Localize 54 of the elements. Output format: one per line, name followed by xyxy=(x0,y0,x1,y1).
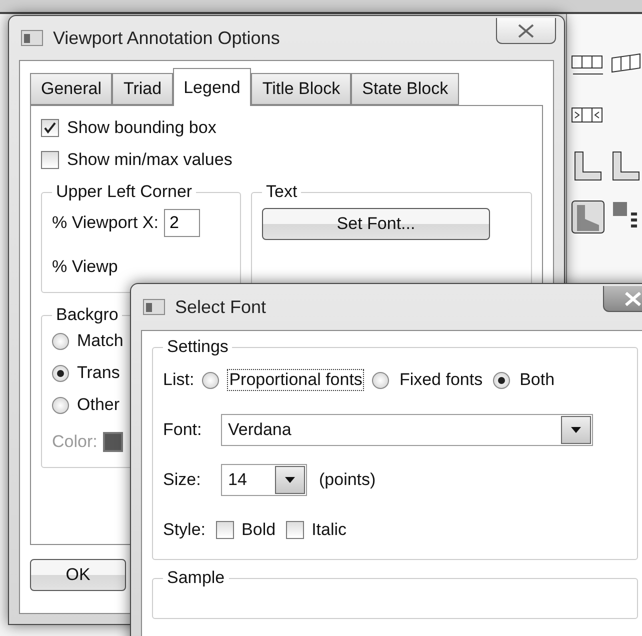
caret-icon xyxy=(571,427,581,433)
field-label: Font: xyxy=(163,420,203,440)
font-dropdown[interactable]: Verdana xyxy=(221,414,593,446)
radio-label: Both xyxy=(518,369,556,391)
checkbox-label: Show bounding box xyxy=(67,118,216,138)
bent-shape-icon[interactable] xyxy=(571,200,605,234)
unit-label: (points) xyxy=(319,470,376,490)
close-button[interactable] xyxy=(496,18,556,44)
group-title: Text xyxy=(265,182,298,202)
radio-button[interactable] xyxy=(52,332,69,350)
window-title: Viewport Annotation Options xyxy=(53,28,280,48)
checkbox-label: Bold xyxy=(242,520,276,540)
caret-icon xyxy=(285,477,295,483)
ok-button[interactable]: OK xyxy=(30,559,126,591)
tab[interactable]: Title Block xyxy=(251,73,352,105)
checkbox-label: Show min/max values xyxy=(67,150,232,170)
radio-label: Match xyxy=(77,331,124,351)
window-icon xyxy=(143,299,165,315)
color-swatch[interactable] xyxy=(103,432,124,452)
group-title: Backgro xyxy=(55,305,120,325)
radio-button[interactable] xyxy=(372,372,390,388)
window-title: Select Font xyxy=(175,296,266,318)
checkbox[interactable] xyxy=(286,521,304,539)
checkbox[interactable] xyxy=(41,151,59,169)
field-label: List: xyxy=(163,370,194,390)
window-icon xyxy=(21,30,43,46)
field-label: % Viewport X: xyxy=(52,213,158,233)
radio-label: Proportional fonts xyxy=(227,369,364,391)
checkbox[interactable] xyxy=(216,521,234,539)
radio-label: Fixed fonts xyxy=(398,369,484,391)
tab[interactable]: General xyxy=(30,73,112,105)
tab[interactable]: State Block xyxy=(351,73,460,105)
checkbox[interactable] xyxy=(41,119,59,137)
group-title: Upper Left Corner xyxy=(55,182,194,202)
radio-button[interactable] xyxy=(492,372,510,388)
group-title: Sample xyxy=(166,568,226,588)
tab[interactable]: Triad xyxy=(112,73,173,105)
field-label: % Viewp xyxy=(52,257,118,277)
field-label: Size: xyxy=(163,470,202,490)
set-font-button[interactable]: Set Font... xyxy=(262,208,490,240)
input-field[interactable]: 2 xyxy=(164,209,200,237)
checkbox-label: Italic xyxy=(312,520,347,540)
size-dropdown[interactable]: 14 xyxy=(221,464,307,496)
radio-button[interactable] xyxy=(52,396,69,414)
radio-label: Trans xyxy=(77,363,120,383)
radio-button[interactable] xyxy=(202,372,220,388)
group-title: Settings xyxy=(166,337,230,357)
radio-button[interactable] xyxy=(52,364,69,382)
field-label: Style: xyxy=(163,520,206,540)
close-icon xyxy=(517,24,535,38)
close-icon xyxy=(624,292,642,306)
color-label: Color: xyxy=(52,432,98,452)
radio-label: Other xyxy=(77,395,120,415)
tab[interactable]: Legend xyxy=(172,68,252,106)
